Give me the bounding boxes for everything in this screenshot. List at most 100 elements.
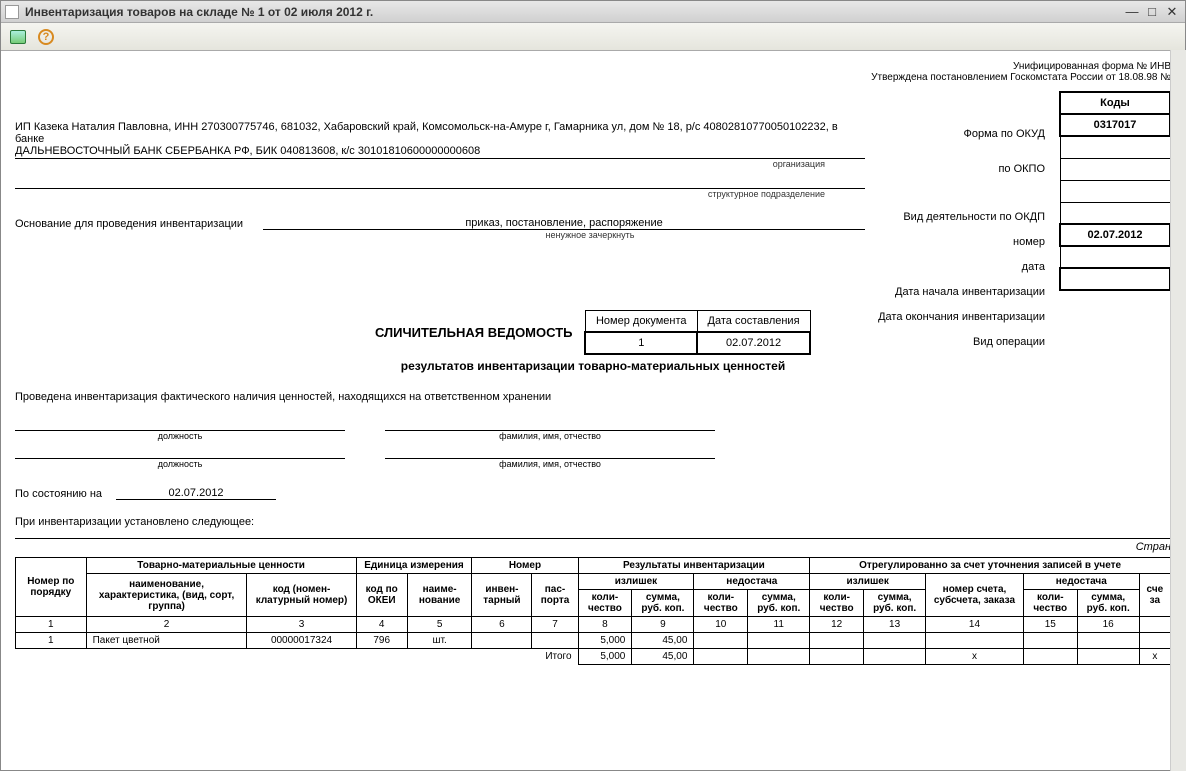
intro-text: Проведена инвентаризация фактического на…: [15, 391, 1171, 403]
th-s2: сумма, руб. коп.: [748, 590, 810, 617]
sign-pos-line2: [15, 445, 345, 459]
found-text: При инвентаризации установлено следующее…: [15, 516, 1171, 528]
state-label: По состоянию на: [15, 488, 102, 500]
state-value: 02.07.2012: [116, 487, 276, 500]
th-q4: коли-чество: [1023, 590, 1077, 617]
th-results: Результаты инвентаризации: [578, 558, 810, 574]
sign-fio-line2: [385, 445, 715, 459]
vertical-scrollbar[interactable]: [1170, 50, 1186, 771]
th-s4: сумма, руб. коп.: [1077, 590, 1139, 617]
doc-subtitle: результатов инвентаризации товарно-матер…: [253, 359, 933, 373]
code-okpo: [1060, 136, 1170, 158]
org-line1: ИП Казека Наталия Павловна, ИНН 27030077…: [15, 121, 865, 145]
lbl-okud: Форма по ОКУД: [878, 111, 1045, 157]
sign-row-1: должность фамилия, имя, отчество: [15, 417, 715, 441]
th-num: Номер по порядку: [16, 558, 87, 617]
lbl-okdp: Вид деятельности по ОКДП: [878, 182, 1045, 230]
total-row: Итого 5,000 45,00 х х: [16, 649, 1171, 665]
th-s3: сумма, руб. коп.: [864, 590, 926, 617]
sign-fio-sub: фамилия, имя, отчество: [385, 431, 715, 441]
state-row: По состоянию на 02.07.2012: [15, 487, 1171, 500]
lbl-end: Дата окончания инвентаризации: [878, 305, 1045, 330]
sign-pos-sub: должность: [15, 431, 345, 441]
org-sub: организация: [15, 159, 865, 169]
lbl-date: дата: [878, 255, 1045, 280]
th-sch: сче за: [1139, 574, 1170, 617]
lbl-number: номер: [878, 230, 1045, 255]
app-window: Инвентаризация товаров на складе № 1 от …: [0, 0, 1186, 771]
code-end: [1060, 246, 1170, 268]
lbl-start: Дата начала инвентаризации: [878, 280, 1045, 305]
help-button[interactable]: ?: [35, 26, 57, 48]
sign-fio-line: [385, 417, 715, 431]
basis-value: приказ, постановление, распоряжение: [263, 217, 865, 230]
main-table: Номер по порядку Товарно-материальные це…: [15, 557, 1171, 665]
document-icon: [5, 5, 19, 19]
sign-pos-line: [15, 417, 345, 431]
th-code: код (номен-клатурный номер): [247, 574, 356, 617]
code-date: [1060, 202, 1170, 224]
form-approved: Утверждена постановлением Госкомстата Ро…: [871, 72, 1171, 83]
code-okdp: [1060, 158, 1170, 180]
docnum-table: Номер документаДата составления 102.07.2…: [584, 310, 811, 355]
docdate-hdr: Дата составления: [697, 311, 810, 333]
org-line2: ДАЛЬНЕВОСТОЧНЫЙ БАНК СБЕРБАНКА РФ, БИК 0…: [15, 145, 865, 159]
titlebar: Инвентаризация товаров на складе № 1 от …: [1, 1, 1185, 23]
document-area: Унифицированная форма № ИНВ Утверждена п…: [1, 51, 1185, 770]
maximize-button[interactable]: □: [1143, 4, 1161, 20]
th-surplus2: излишек: [810, 574, 926, 590]
codes-labels: Форма по ОКУД по ОКПО Вид деятельности п…: [878, 111, 1045, 355]
close-button[interactable]: ✕: [1163, 4, 1181, 20]
th-name: наименование, характеристика, (вид, сорт…: [86, 574, 247, 617]
sign-row-2: должность фамилия, имя, отчество: [15, 445, 715, 469]
docnum-hdr: Номер документа: [585, 311, 697, 333]
toolbar: ?: [1, 23, 1185, 51]
th-unitname: наиме-нование: [407, 574, 472, 617]
struct-line: [15, 175, 865, 189]
basis-sub: ненужное зачеркнуть: [15, 230, 865, 240]
docnum-val: 1: [585, 332, 697, 354]
th-s1: сумма, руб. коп.: [632, 590, 694, 617]
help-icon: ?: [38, 29, 54, 45]
col-numbers: 12345678910111213141516: [16, 617, 1171, 633]
th-short1: недостача: [694, 574, 810, 590]
code-op: [1060, 268, 1170, 290]
th-inv: инвен-тарный: [472, 574, 532, 617]
th-short2: недостача: [1023, 574, 1139, 590]
th-q1: коли-чество: [578, 590, 632, 617]
lbl-op: Вид операции: [878, 330, 1045, 355]
codes-table: Коды 0317017 02.07.2012: [1059, 91, 1171, 291]
code-okud: 0317017: [1060, 114, 1170, 136]
th-q3: коли-чество: [810, 590, 864, 617]
page-label: Стран: [15, 538, 1171, 553]
th-unit: Единица измерения: [356, 558, 472, 574]
form-name: Унифицированная форма № ИНВ: [871, 61, 1171, 72]
th-acc: номер счета, субсчета, заказа: [926, 574, 1024, 617]
window-title: Инвентаризация товаров на складе № 1 от …: [25, 5, 1123, 19]
struct-sub: структурное подразделение: [15, 189, 865, 199]
print-icon: [10, 30, 26, 44]
org-block: ИП Казека Наталия Павловна, ИНН 27030077…: [15, 121, 865, 199]
docdate-val: 02.07.2012: [697, 332, 810, 354]
doc-title-block: СЛИЧИТЕЛЬНАЯ ВЕДОМОСТЬ Номер документаДа…: [253, 310, 933, 355]
th-goods: Товарно-материальные ценности: [86, 558, 356, 574]
lbl-okpo: по ОКПО: [878, 157, 1045, 182]
doc-title: СЛИЧИТЕЛЬНАЯ ВЕДОМОСТЬ: [375, 325, 573, 340]
code-number: [1060, 180, 1170, 202]
code-start: 02.07.2012: [1060, 224, 1170, 246]
basis-row: Основание для проведения инвентаризации …: [15, 217, 865, 230]
th-q2: коли-чество: [694, 590, 748, 617]
th-pass: пас-порта: [532, 574, 578, 617]
th-adjust: Отрегулированно за счет уточнения записе…: [810, 558, 1171, 574]
sign-pos-sub2: должность: [15, 459, 345, 469]
codes-block: Коды 0317017 02.07.2012: [1059, 91, 1171, 291]
basis-label: Основание для проведения инвентаризации: [15, 218, 263, 230]
codes-header: Коды: [1060, 92, 1170, 114]
print-button[interactable]: [7, 26, 29, 48]
th-number: Номер: [472, 558, 578, 574]
th-okei: код по ОКЕИ: [356, 574, 407, 617]
form-header: Унифицированная форма № ИНВ Утверждена п…: [871, 61, 1171, 83]
th-surplus1: излишек: [578, 574, 694, 590]
minimize-button[interactable]: —: [1123, 4, 1141, 20]
sign-fio-sub2: фамилия, имя, отчество: [385, 459, 715, 469]
